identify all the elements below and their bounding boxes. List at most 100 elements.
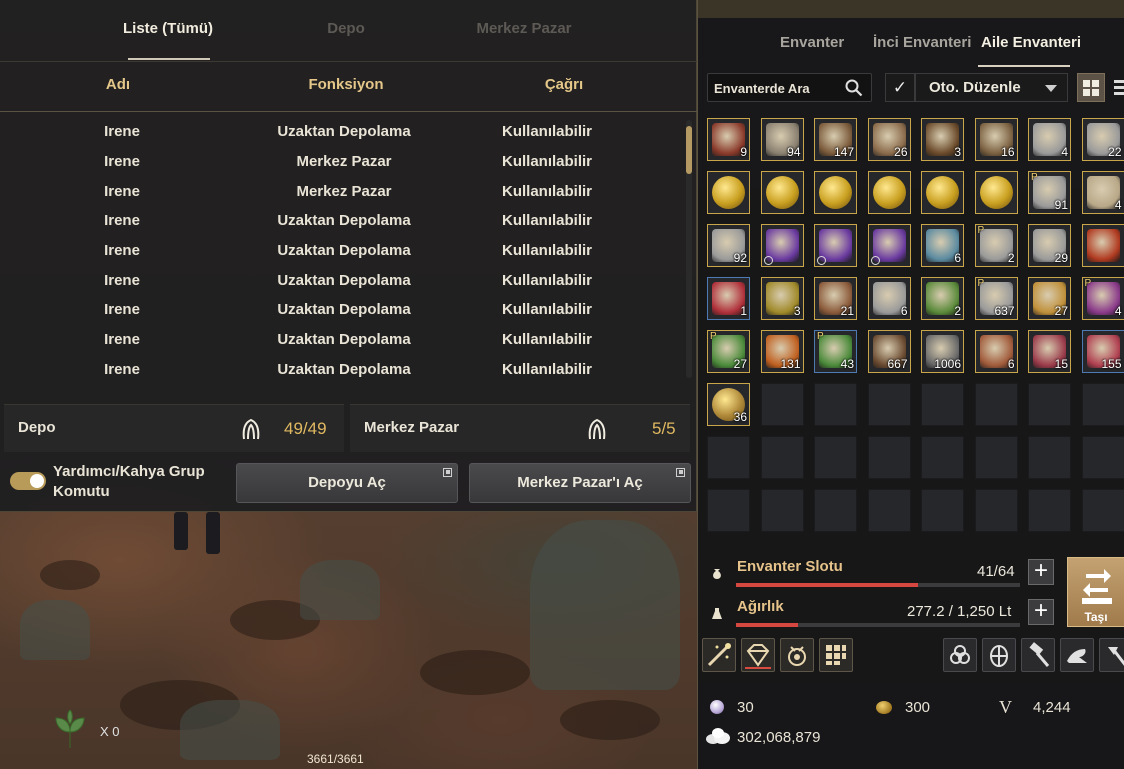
inventory-slot[interactable]: 94 — [760, 118, 804, 161]
empty-slot[interactable] — [867, 489, 911, 532]
inventory-slot[interactable]: 9 — [707, 118, 750, 161]
empty-slot[interactable] — [760, 383, 804, 426]
inventory-slot[interactable]: P 27 — [707, 330, 750, 373]
inventory-slot[interactable] — [867, 171, 911, 214]
inventory-slot[interactable]: 16 — [974, 118, 1018, 161]
table-row[interactable]: Irene Uzaktan Depolama Kullanılabilir — [0, 266, 690, 295]
inventory-slot[interactable]: 1006 — [921, 330, 964, 373]
inventory-slot[interactable]: 6 — [867, 277, 911, 320]
inventory-slot[interactable] — [1081, 224, 1124, 267]
inventory-slot[interactable]: P 637 — [974, 277, 1018, 320]
gem-button[interactable] — [741, 638, 775, 672]
inventory-slot[interactable]: 22 — [1081, 118, 1124, 161]
empty-slot[interactable] — [921, 489, 964, 532]
inventory-slot[interactable] — [867, 224, 911, 267]
list-scrollbar-thumb[interactable] — [686, 126, 692, 174]
inventory-slot[interactable]: P4 — [1081, 277, 1124, 320]
empty-slot[interactable] — [921, 436, 964, 479]
inventory-slot[interactable]: 21 — [814, 277, 857, 320]
open-market-button[interactable]: Merkez Pazar'ı Aç — [469, 463, 691, 503]
knot-button[interactable] — [943, 638, 977, 672]
inventory-slot[interactable] — [814, 224, 857, 267]
table-row[interactable]: Irene Uzaktan Depolama Kullanılabilir — [0, 295, 690, 324]
hammer-button[interactable] — [1021, 638, 1055, 672]
hand-button[interactable] — [1060, 638, 1094, 672]
inventory-slot[interactable]: 29 — [1028, 224, 1071, 267]
inventory-slot[interactable] — [814, 171, 857, 214]
inventory-slot[interactable]: 92 — [707, 224, 750, 267]
empty-slot[interactable] — [867, 436, 911, 479]
empty-slot[interactable] — [1028, 489, 1071, 532]
empty-slot[interactable] — [921, 383, 964, 426]
inventory-slot[interactable] — [760, 224, 804, 267]
inventory-search[interactable] — [707, 73, 872, 102]
table-row[interactable]: Irene Uzaktan Depolama Kullanılabilir — [0, 355, 690, 384]
column-header-call[interactable]: Çağrı — [524, 76, 604, 93]
inventory-slot[interactable]: P 43 — [814, 330, 857, 373]
tab-inventory[interactable]: Envanter — [780, 34, 844, 51]
inventory-slot[interactable]: 15 — [1028, 330, 1071, 373]
inventory-slot[interactable]: 26 — [867, 118, 911, 161]
empty-slot[interactable] — [760, 489, 804, 532]
auto-sort-checkbox[interactable]: ✓ — [885, 73, 915, 102]
empty-slot[interactable] — [707, 489, 750, 532]
inventory-slot[interactable]: 147 — [814, 118, 857, 161]
lantern-button[interactable] — [982, 638, 1016, 672]
inventory-slot[interactable]: 27 — [1028, 277, 1071, 320]
inventory-slot[interactable]: 155 — [1081, 330, 1124, 373]
inventory-slot[interactable]: 667 — [867, 330, 911, 373]
tab-central-market[interactable]: Merkez Pazar — [464, 20, 584, 37]
empty-slot[interactable] — [1081, 383, 1124, 426]
inventory-slot[interactable]: 1 — [707, 277, 750, 320]
list-view-button[interactable] — [1114, 80, 1124, 96]
inventory-slot[interactable]: 6 — [921, 224, 964, 267]
tab-family-inventory[interactable]: Aile Envanteri — [981, 34, 1081, 51]
empty-slot[interactable] — [1081, 489, 1124, 532]
add-weight-button[interactable]: + — [1028, 599, 1054, 625]
table-row[interactable]: Irene Uzaktan Depolama Kullanılabilir — [0, 117, 690, 146]
empty-slot[interactable] — [814, 383, 857, 426]
inventory-slot[interactable]: P 91 — [1028, 171, 1071, 214]
inventory-slot[interactable]: 4 — [1028, 118, 1071, 161]
auto-sort-dropdown[interactable]: Oto. Düzenle — [915, 73, 1068, 102]
inventory-slot[interactable] — [760, 171, 804, 214]
empty-slot[interactable] — [974, 383, 1018, 426]
inventory-slot[interactable] — [921, 171, 964, 214]
empty-slot[interactable] — [814, 489, 857, 532]
inventory-slot[interactable] — [707, 171, 750, 214]
inventory-slot[interactable] — [974, 171, 1018, 214]
empty-slot[interactable] — [974, 489, 1018, 532]
empty-slot[interactable] — [814, 436, 857, 479]
empty-slot[interactable] — [1081, 436, 1124, 479]
inventory-slot[interactable]: 6 — [974, 330, 1018, 373]
empty-slot[interactable] — [707, 436, 750, 479]
inventory-slot[interactable]: P2 — [974, 224, 1018, 267]
add-slot-button[interactable]: + — [1028, 559, 1054, 585]
table-row[interactable]: Irene Merkez Pazar Kullanılabilir — [0, 177, 690, 206]
inventory-slot[interactable]: 36 — [707, 383, 750, 426]
grid-tool-button[interactable] — [819, 638, 853, 672]
table-row[interactable]: Irene Merkez Pazar Kullanılabilir — [0, 147, 690, 176]
magic-wand-button[interactable] — [702, 638, 736, 672]
alchemy-button[interactable] — [780, 638, 814, 672]
column-header-name[interactable]: Adı — [78, 76, 158, 93]
axe-button[interactable] — [1099, 638, 1124, 672]
empty-slot[interactable] — [974, 436, 1018, 479]
tab-depot[interactable]: Depo — [306, 20, 386, 37]
open-depot-button[interactable]: Depoyu Aç — [236, 463, 458, 503]
search-icon[interactable] — [845, 79, 863, 97]
inventory-slot[interactable]: 131 — [760, 330, 804, 373]
inventory-slot[interactable]: 3 — [760, 277, 804, 320]
inventory-slot[interactable]: 3 — [921, 118, 964, 161]
grid-view-button[interactable] — [1077, 73, 1105, 102]
table-row[interactable]: Irene Uzaktan Depolama Kullanılabilir — [0, 236, 690, 265]
empty-slot[interactable] — [1028, 436, 1071, 479]
empty-slot[interactable] — [1028, 383, 1071, 426]
empty-slot[interactable] — [867, 383, 911, 426]
column-header-function[interactable]: Fonksiyon — [286, 76, 406, 93]
move-button[interactable]: Taşı — [1067, 557, 1124, 627]
empty-slot[interactable] — [760, 436, 804, 479]
inventory-slot[interactable]: 2 — [921, 277, 964, 320]
tab-list-all[interactable]: Liste (Tümü) — [108, 20, 228, 37]
table-row[interactable]: Irene Uzaktan Depolama Kullanılabilir — [0, 325, 690, 354]
